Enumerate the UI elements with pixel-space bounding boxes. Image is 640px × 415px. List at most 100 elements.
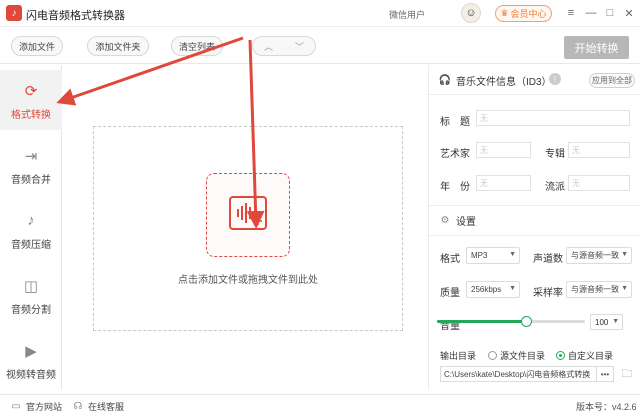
chevron-down-icon: ▼ [509, 251, 516, 258]
sidebar: ⟳ 格式转换 ⇥ 音频合并 ♪ 音频压缩 ◫ 音频分割 ▶ 视频转音频 [0, 65, 62, 390]
app-logo-icon: ♪ [6, 5, 22, 21]
source-dir-radio[interactable]: 源文件目录 [488, 349, 545, 362]
app-title: 闪电音频格式转换器 [26, 10, 125, 22]
menu-icon[interactable]: ≡ [563, 5, 579, 21]
compress-icon: ♪ [27, 212, 35, 229]
drop-hint: 点击添加文件或拖拽文件到此处 [178, 275, 318, 286]
year-input[interactable]: 无 [476, 175, 531, 191]
year-label: 年 份 [440, 182, 470, 193]
website-link[interactable]: ▭ 官方网站 [10, 400, 62, 413]
channels-label: 声道数 [533, 254, 563, 265]
refresh-icon: ⟳ [24, 82, 38, 100]
volume-slider-fill [437, 320, 526, 323]
samplerate-label: 采样率 [533, 288, 563, 299]
sidebar-item-label: 音频压缩 [11, 239, 51, 251]
genre-input[interactable]: 无 [568, 175, 630, 191]
samplerate-select[interactable]: 与源音频一致 ▼ [566, 281, 632, 298]
toolbar: 添加文件 添加文件夹 清空列表 ︿ ﹀ [0, 28, 640, 64]
volume-slider-thumb[interactable] [520, 316, 532, 327]
split-icon: ◫ [23, 277, 39, 295]
move-up-icon[interactable]: ︿ [253, 37, 284, 55]
info-icon[interactable]: ! [549, 73, 561, 85]
format-label: 格式 [440, 254, 460, 265]
support-label: 在线客服 [88, 402, 125, 412]
quality-value: 256kbps [471, 285, 502, 294]
crown-icon: ♛ [500, 8, 509, 18]
sidebar-item-video-to-audio[interactable]: ▶ 视频转音频 [0, 330, 62, 390]
radio-dot [488, 351, 497, 360]
channels-select[interactable]: 与源音频一致 ▼ [566, 247, 632, 264]
volume-slider[interactable] [437, 316, 585, 327]
chevron-down-icon: ▼ [621, 285, 628, 292]
divider [429, 94, 640, 95]
sidebar-item-audio-split[interactable]: ◫ 音频分割 [0, 265, 62, 325]
start-convert-button[interactable]: 开始转换 [564, 36, 629, 59]
samplerate-value: 与源音频一致 [571, 285, 619, 294]
volume-stepper[interactable]: 100 ▼ [590, 314, 623, 330]
monitor-icon: ▭ [11, 401, 21, 412]
custom-dir-radio[interactable]: 自定义目录 [556, 349, 613, 362]
quality-select[interactable]: 256kbps ▼ [466, 281, 520, 298]
headphones-icon: 🎧 [438, 74, 452, 86]
id3-heading: 音乐文件信息（ID3） [456, 76, 552, 88]
add-file-area[interactable] [206, 173, 290, 257]
minimize-icon[interactable]: — [583, 5, 599, 21]
merge-icon: ⇥ [24, 147, 38, 165]
chevron-down-icon: ▼ [509, 285, 516, 292]
member-center-button[interactable]: ♛ 会员中心 [495, 5, 552, 22]
album-label: 专辑 [545, 149, 565, 160]
divider [429, 205, 640, 206]
channels-value: 与源音频一致 [571, 251, 619, 260]
title-bar: ♪ 闪电音频格式转换器 微信用户 ☺ ♛ 会员中心 ≡ — □ ✕ [0, 0, 640, 27]
sidebar-item-audio-merge[interactable]: ⇥ 音频合并 [0, 135, 62, 195]
sidebar-item-label: 音频分割 [11, 304, 51, 316]
artist-label: 艺术家 [440, 149, 470, 160]
avatar[interactable]: ☺ [461, 3, 481, 23]
move-down-icon[interactable]: ﹀ [284, 37, 315, 55]
chevron-down-icon: ▼ [621, 251, 628, 258]
radio-dot-selected [556, 351, 565, 360]
add-audio-icon [229, 196, 267, 230]
format-value: MP3 [471, 251, 488, 260]
user-name[interactable]: 微信用户 [389, 8, 425, 21]
headset-icon: ☊ [73, 401, 83, 412]
settings-heading: 设置 [456, 216, 476, 228]
gear-icon: ⚙ [440, 214, 450, 226]
chevron-down-icon: ▼ [612, 318, 619, 325]
title-label: 标 题 [440, 117, 470, 128]
folder-icon[interactable]: 🗀 [619, 366, 635, 382]
member-center-label: 会员中心 [510, 9, 547, 19]
version-label: 版本号：v4.2.6 [576, 402, 637, 412]
status-bar: ▭ 官方网站 ☊ 在线客服 版本号：v4.2.6 [0, 394, 640, 415]
sidebar-item-label: 视频转音频 [6, 369, 56, 381]
artist-input[interactable]: 无 [476, 142, 531, 158]
clear-list-button[interactable]: 清空列表 [171, 36, 223, 56]
settings-section-header: ⚙ 设置 [439, 210, 476, 230]
website-label: 官方网站 [26, 402, 63, 412]
output-path-input[interactable]: C:\Users\kate\Desktop\闪电音频格式转换 [440, 366, 597, 382]
divider [429, 235, 640, 236]
close-icon[interactable]: ✕ [621, 5, 637, 21]
add-folder-button[interactable]: 添加文件夹 [87, 36, 149, 56]
browse-button[interactable]: ••• [597, 366, 614, 382]
output-dir-label: 输出目录 [440, 351, 477, 361]
source-dir-label: 源文件目录 [500, 351, 546, 361]
move-group: ︿ ﹀ [252, 36, 316, 56]
custom-dir-label: 自定义目录 [568, 351, 614, 361]
album-input[interactable]: 无 [568, 142, 630, 158]
id3-section-header: 🎧 音乐文件信息（ID3） [439, 70, 552, 90]
genre-label: 流派 [545, 182, 565, 193]
video-icon: ▶ [25, 342, 37, 360]
volume-value: 100 [595, 317, 609, 327]
sidebar-item-label: 音频合并 [11, 174, 51, 186]
title-input[interactable]: 无 [476, 110, 630, 126]
sidebar-item-audio-compress[interactable]: ♪ 音频压缩 [0, 200, 62, 260]
quality-label: 质量 [440, 288, 460, 299]
add-file-button[interactable]: 添加文件 [11, 36, 63, 56]
format-select[interactable]: MP3 ▼ [466, 247, 520, 264]
apply-all-button[interactable]: 应用到全部 [589, 73, 635, 88]
sidebar-item-format-convert[interactable]: ⟳ 格式转换 [0, 70, 62, 130]
sidebar-item-label: 格式转换 [11, 109, 51, 121]
support-link[interactable]: ☊ 在线客服 [72, 400, 124, 413]
maximize-icon[interactable]: □ [602, 5, 618, 21]
